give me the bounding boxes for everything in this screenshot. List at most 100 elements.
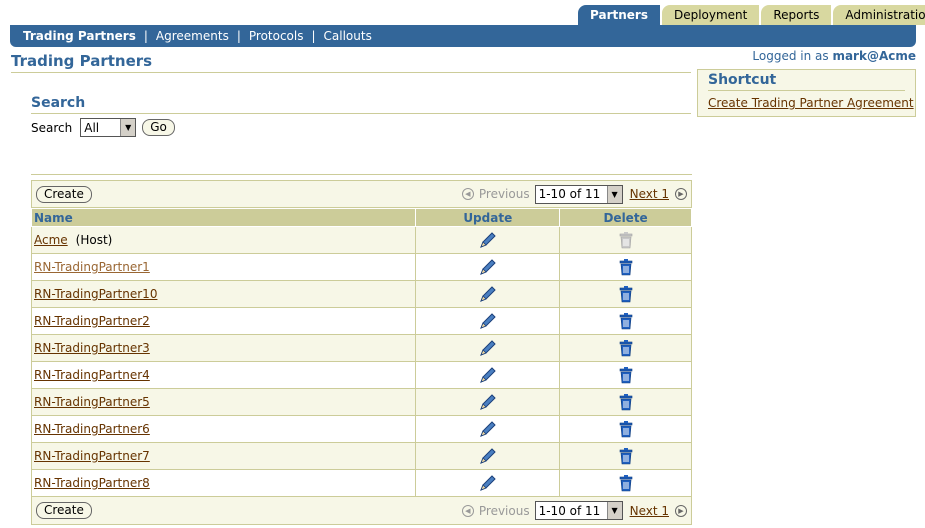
host-note: (Host): [75, 233, 113, 247]
column-header-delete: Delete: [559, 208, 692, 227]
trash-icon[interactable]: [618, 394, 634, 411]
pencil-icon[interactable]: [478, 313, 498, 329]
cell-update: [415, 469, 561, 497]
trash-icon[interactable]: [618, 340, 634, 357]
trash-icon[interactable]: [618, 475, 634, 492]
table-row: Acme (Host): [30, 226, 692, 254]
table-row: RN-TradingPartner4: [30, 361, 692, 389]
cell-update: [415, 226, 561, 254]
top-tabs: Partners Deployment Reports Administrati…: [578, 5, 925, 25]
cell-delete: [559, 280, 692, 308]
pencil-icon[interactable]: [478, 367, 498, 383]
logged-in-status: Logged in as mark@Acme: [752, 49, 916, 63]
pencil-icon[interactable]: [478, 259, 498, 275]
table-row: RN-TradingPartner3: [30, 334, 692, 362]
cell-name: RN-TradingPartner4: [30, 361, 417, 389]
partner-name-link[interactable]: RN-TradingPartner3: [34, 341, 150, 355]
pencil-icon[interactable]: [478, 286, 498, 302]
cell-delete: [559, 226, 692, 254]
shortcut-box: Shortcut Create Trading Partner Agreemen…: [697, 69, 916, 117]
pencil-icon[interactable]: [478, 232, 498, 248]
tab-reports[interactable]: Reports: [761, 5, 832, 25]
trash-icon[interactable]: [618, 448, 634, 465]
pencil-icon[interactable]: [478, 448, 498, 464]
next-icon[interactable]: ▶: [675, 504, 687, 517]
partner-name-link[interactable]: RN-TradingPartner6: [34, 422, 150, 436]
trash-icon[interactable]: [618, 259, 634, 276]
cell-delete: [559, 442, 692, 470]
table-row: RN-TradingPartner8: [30, 469, 692, 497]
cell-name: RN-TradingPartner1: [30, 253, 417, 281]
trash-icon: [618, 232, 634, 249]
previous-label: Previous: [478, 503, 530, 518]
next-link[interactable]: Next 1: [630, 504, 669, 518]
next-link[interactable]: Next 1: [630, 187, 669, 201]
partner-name-link[interactable]: RN-TradingPartner8: [34, 476, 150, 490]
cell-delete: [559, 307, 692, 335]
create-button[interactable]: Create: [36, 502, 92, 519]
next-icon[interactable]: ▶: [675, 188, 687, 200]
table-row: RN-TradingPartner7: [30, 442, 692, 470]
tab-partners[interactable]: Partners: [578, 5, 660, 25]
range-select[interactable]: 1-10 of 11 ▼: [534, 184, 623, 204]
search-select[interactable]: All ▼: [80, 118, 137, 137]
trash-icon[interactable]: [618, 286, 634, 303]
subnav-protocols[interactable]: Protocols: [249, 29, 304, 43]
subnav-separator: |: [236, 29, 241, 43]
partners-table: Name Update Delete Acme (Host) RN-TradingP…: [30, 208, 692, 497]
range-select[interactable]: 1-10 of 11 ▼: [534, 501, 623, 520]
table-control-bar-bottom: Create ◀ Previous 1-10 of 11 ▼ Next 1 ▶: [31, 497, 692, 525]
partner-name-link[interactable]: RN-TradingPartner10: [34, 287, 157, 301]
cell-update: [415, 361, 561, 389]
search-select-value: All: [84, 120, 100, 135]
pager: ◀ Previous 1-10 of 11 ▼ Next 1 ▶: [461, 501, 687, 520]
cell-delete: [559, 388, 692, 416]
trash-icon[interactable]: [618, 421, 634, 438]
column-header-update: Update: [415, 208, 561, 227]
cell-update: [415, 388, 561, 416]
pencil-icon[interactable]: [478, 340, 498, 356]
cell-update: [415, 442, 561, 470]
pencil-icon[interactable]: [478, 475, 498, 491]
create-button[interactable]: Create: [36, 185, 92, 203]
cell-update: [415, 253, 561, 281]
partner-name-link[interactable]: RN-TradingPartner1: [34, 260, 150, 274]
cell-name: RN-TradingPartner3: [30, 334, 417, 362]
trash-icon[interactable]: [618, 367, 634, 384]
partner-name-link[interactable]: RN-TradingPartner2: [34, 314, 150, 328]
search-label: Search: [31, 120, 73, 135]
column-header-name[interactable]: Name: [30, 208, 417, 227]
range-select-value: 1-10 of 11: [538, 187, 601, 201]
cell-update: [415, 280, 561, 308]
subnav-agreements[interactable]: Agreements: [156, 29, 229, 43]
pencil-icon[interactable]: [478, 421, 498, 437]
search-row: Search All ▼ Go: [31, 118, 175, 137]
page-title: Trading Partners: [11, 52, 691, 73]
chevron-down-icon[interactable]: ▼: [606, 185, 622, 203]
partner-name-link[interactable]: Acme: [34, 233, 68, 247]
cell-delete: [559, 469, 692, 497]
tab-deployment[interactable]: Deployment: [661, 5, 760, 25]
cell-name: RN-TradingPartner6: [30, 415, 417, 443]
table-control-bar-top: Create ◀ Previous 1-10 of 11 ▼ Next 1 ▶: [31, 180, 692, 208]
chevron-down-icon[interactable]: ▼: [120, 119, 136, 136]
go-button[interactable]: Go: [142, 119, 175, 136]
shortcut-title: Shortcut: [708, 72, 905, 91]
tab-administration[interactable]: Administration: [833, 5, 925, 25]
chevron-down-icon[interactable]: ▼: [606, 502, 622, 519]
partner-name-link[interactable]: RN-TradingPartner5: [34, 395, 150, 409]
subnav-callouts[interactable]: Callouts: [324, 29, 372, 43]
trash-icon[interactable]: [618, 313, 634, 330]
cell-delete: [559, 361, 692, 389]
table-row: RN-TradingPartner6: [30, 415, 692, 443]
subnav-trading-partners[interactable]: Trading Partners: [23, 29, 136, 43]
cell-delete: [559, 415, 692, 443]
cell-name: RN-TradingPartner10: [30, 280, 417, 308]
create-agreement-link[interactable]: Create Trading Partner Agreement: [708, 96, 914, 110]
partner-name-link[interactable]: RN-TradingPartner7: [34, 449, 150, 463]
cell-name: RN-TradingPartner7: [30, 442, 417, 470]
range-select-value: 1-10 of 11: [538, 503, 601, 518]
pencil-icon[interactable]: [478, 394, 498, 410]
partner-name-link[interactable]: RN-TradingPartner4: [34, 368, 150, 382]
cell-update: [415, 415, 561, 443]
